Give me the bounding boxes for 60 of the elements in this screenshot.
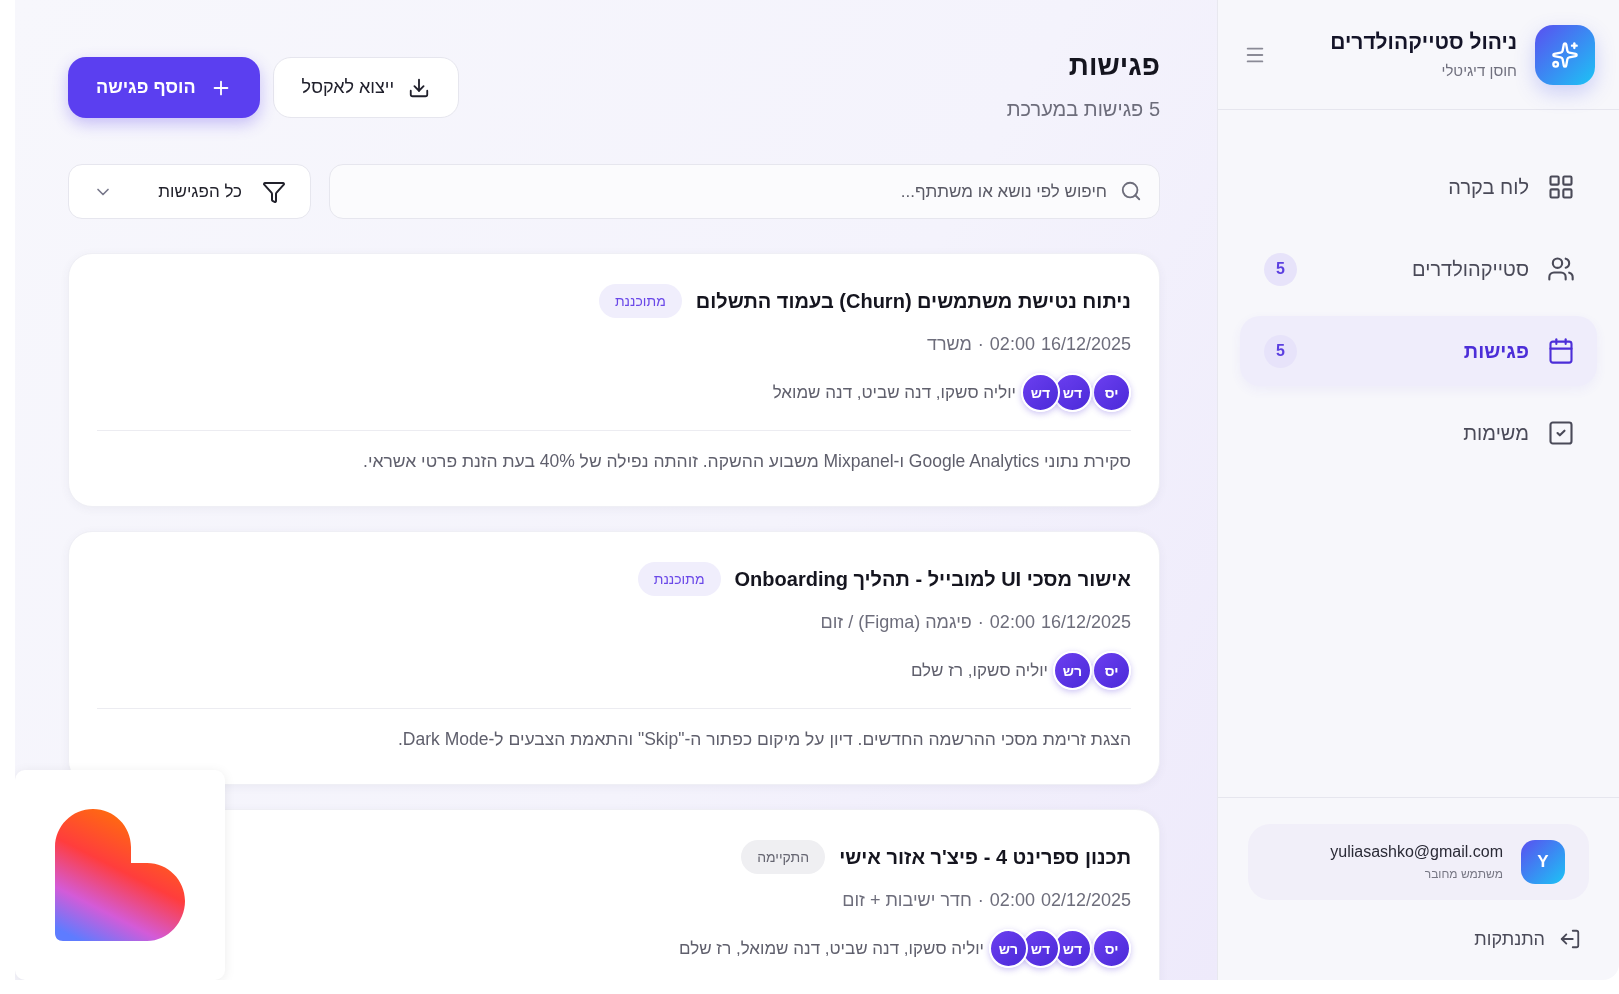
participant-avatar: יס: [1092, 373, 1131, 412]
user-email: yuliasashko@gmail.com: [1330, 843, 1503, 861]
separator-dot: ·: [977, 334, 984, 355]
nav-label: לוח בקרה: [1447, 175, 1529, 199]
export-button[interactable]: ייצוא לאקסל: [272, 57, 460, 118]
meeting-date: 16/12/2025: [1040, 334, 1131, 355]
logout-link[interactable]: התנתקות: [1474, 928, 1545, 950]
page-subtitle: 5 פגישות במערכת: [1006, 98, 1160, 121]
count-badge: 5: [1264, 252, 1297, 286]
meeting-date: 16/12/2025: [1040, 612, 1131, 633]
logout-icon[interactable]: [1559, 928, 1581, 950]
meeting-title: ניתוח נטישת משתמשים (Churn) בעמוד התשלום: [695, 289, 1131, 313]
add-button[interactable]: הוסף פגישה: [68, 57, 260, 118]
meeting-description: הצגת זרימת מסכי ההרשמה החדשים. דיון על מיקום כפתור ה-"Skip" והתאמת הצבעים ל-Dark Mode.: [397, 729, 1131, 750]
meeting-location: משרד: [926, 334, 972, 355]
checkbox-icon: [1547, 419, 1575, 447]
app-logo: [1535, 24, 1595, 85]
users-icon: [1547, 255, 1575, 283]
participant-avatar: רש: [1053, 651, 1092, 690]
app-subtitle: חוסן דיגיטלי: [1440, 62, 1517, 79]
meeting-location: פיגמה (Figma) / זום: [820, 612, 972, 633]
meeting-title: תכנון ספרינט 4 - פיצ'ר אזור אישי: [839, 845, 1131, 869]
search-field[interactable]: חיפוש לפי נושא או משתתף...: [329, 164, 1160, 219]
participant-avatar: דש: [1021, 373, 1060, 412]
app-title: ניהול סטייקהולדרים: [1329, 30, 1517, 54]
meeting-location: חדר ישיבות + זום: [842, 890, 972, 911]
filter-dropdown[interactable]: כל הפגישות: [68, 164, 311, 219]
user-avatar: Y: [1521, 840, 1565, 884]
nav-item[interactable]: משימות: [1240, 398, 1597, 468]
download-icon: [408, 76, 431, 99]
status-tag: מתוכננת: [598, 284, 682, 318]
meeting-description: סקירת נתוני Google Analytics ו-Mixpanel משבוע ההשקה. זוהתה נפילה של 40% בעת הזנת פרטי אשראי.: [362, 451, 1131, 472]
nav-label: פגישות: [1462, 339, 1529, 363]
nav-label: משימות: [1462, 421, 1529, 445]
participant-avatar: יס: [1092, 929, 1131, 968]
meeting-card[interactable]: [68, 253, 1160, 507]
status-tag: מתוכננת: [637, 562, 721, 596]
participants: יוליה סשקו, דנה שביט, דנה שמואל, רז שלם: [679, 938, 984, 959]
meeting-time: 02:00: [989, 334, 1035, 355]
status-tag: התקיימה: [741, 840, 826, 874]
meeting-title: אישור מסכי UI למובייל - תהליך Onboarding: [734, 567, 1131, 591]
calendar-icon: [1547, 337, 1575, 365]
participant-avatar: רש: [989, 929, 1028, 968]
count-badge: 5: [1264, 334, 1297, 368]
grid-icon: [1547, 173, 1575, 201]
participant-avatar: יס: [1092, 651, 1131, 690]
meeting-time: 02:00: [989, 890, 1035, 911]
participants: יוליה סשקו, דנה שביט, דנה שמואל: [772, 382, 1016, 403]
separator-dot: ·: [977, 890, 984, 911]
user-role: משתמש מחובר: [1423, 867, 1503, 881]
nav-item[interactable]: לוח בקרה: [1240, 152, 1597, 222]
filter-icon: [262, 179, 286, 204]
heart-logo-icon: [55, 809, 185, 941]
separator-dot: ·: [977, 612, 984, 633]
meeting-time: 02:00: [989, 612, 1035, 633]
meeting-date: 02/12/2025: [1040, 890, 1131, 911]
page-title: פגישות: [1067, 50, 1160, 82]
search-icon: [1120, 180, 1142, 202]
participants: יוליה סשקו, רז שלם: [910, 660, 1048, 681]
nav-label: סטייקהולדרים: [1411, 257, 1529, 281]
